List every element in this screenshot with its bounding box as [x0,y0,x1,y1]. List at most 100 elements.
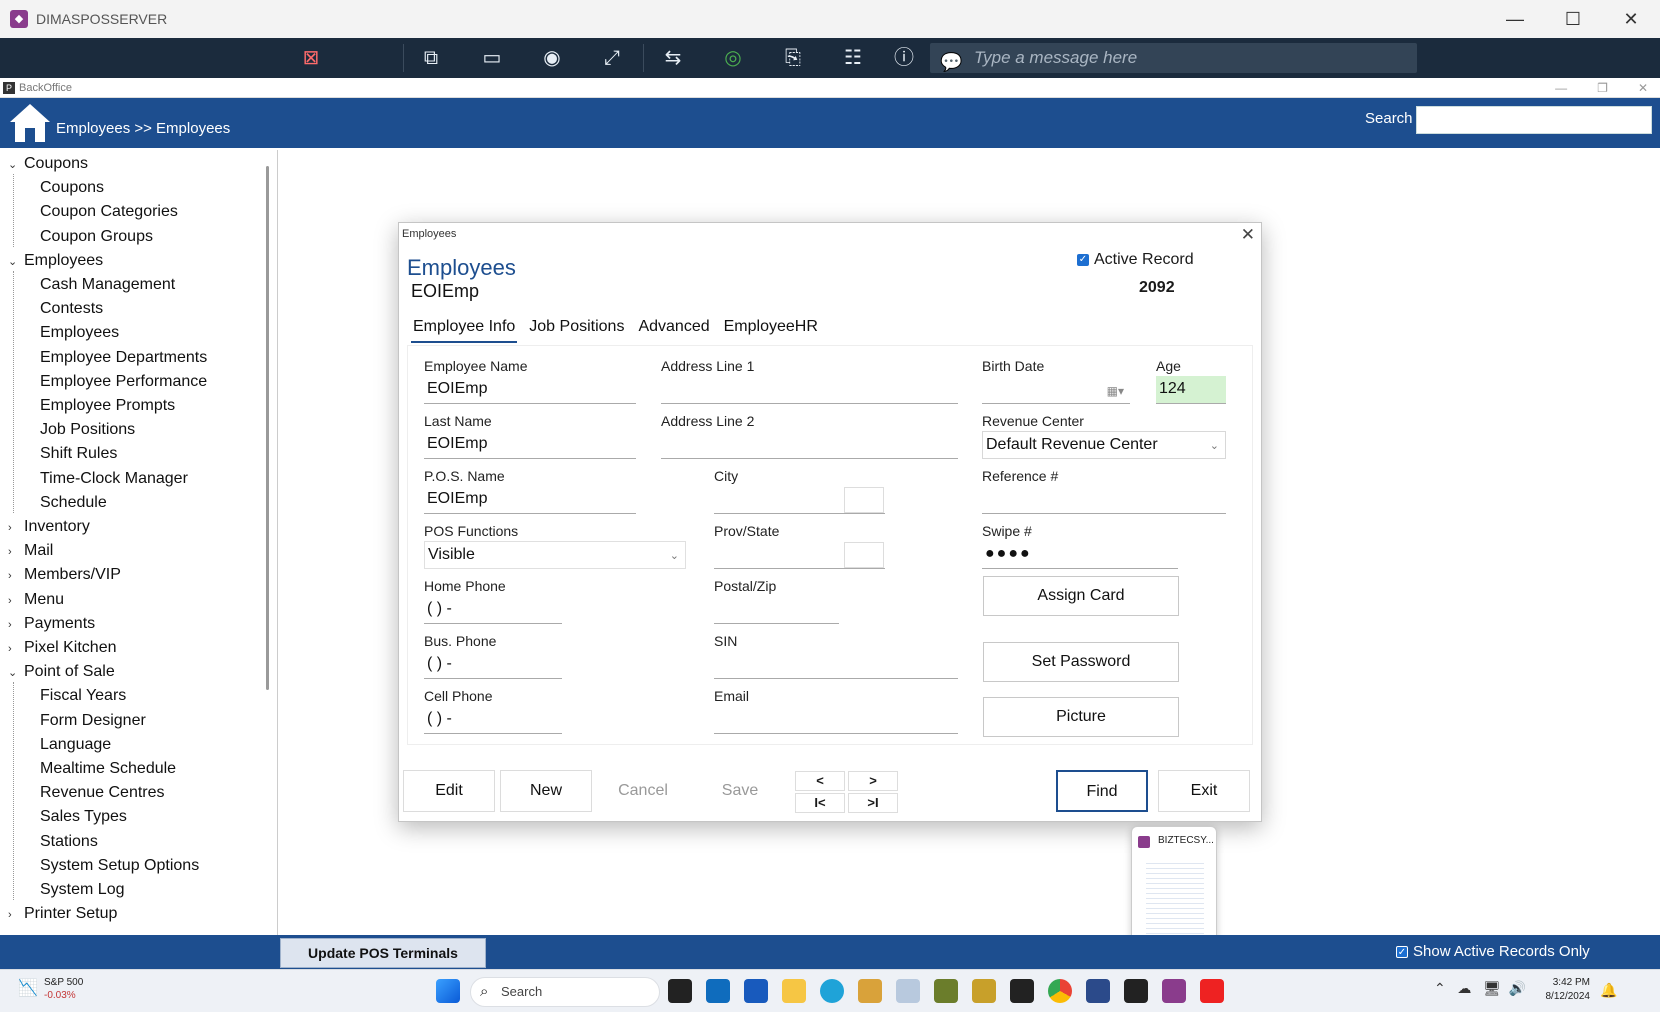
tab-employeehr[interactable]: EmployeeHR [722,315,820,343]
clipboard-icon[interactable]: ⎘ [780,46,806,70]
sidebar-item[interactable]: Shift Rules [40,442,117,466]
sidebar-group[interactable]: ⌄ Coupons [8,152,88,176]
bo-restore-button[interactable]: ❐ [1597,81,1608,95]
address-line1-field[interactable] [661,376,958,404]
view-icon[interactable]: ◉ [539,46,565,70]
disconnect-icon[interactable]: ⊠ [298,46,324,70]
first-record-button[interactable]: I< [795,793,845,813]
sidebar-item[interactable]: System Log [40,878,124,902]
remote-monitor-icon[interactable]: ⧉ [418,46,444,70]
chevron-right-icon[interactable]: › [8,564,20,588]
tab-advanced[interactable]: Advanced [636,315,711,343]
cancel-button[interactable]: Cancel [597,770,689,812]
swipe-field[interactable]: ●●●● [982,541,1178,569]
close-icon[interactable]: ✕ [1241,224,1255,246]
sidebar-item[interactable]: Contests [40,297,103,321]
outlook-icon[interactable] [706,979,730,1003]
reference-field[interactable] [982,486,1226,514]
revenue-center-select[interactable]: Default Revenue Center ⌄ [982,431,1226,459]
minimize-button[interactable]: — [1486,0,1544,38]
volume-icon[interactable]: 🔊 [1509,980,1526,996]
settings-sliders-icon[interactable]: ☷ [840,46,866,70]
home-icon[interactable] [8,102,52,144]
red-cross-icon[interactable] [1200,979,1224,1003]
sidebar-group[interactable]: › Menu [8,588,64,612]
birth-date-field[interactable]: ▦▾ [982,376,1130,404]
record-icon[interactable]: ◎ [720,46,746,70]
sidebar-group[interactable]: › Members/VIP [8,563,121,587]
info-icon[interactable]: ⓘ [891,46,917,70]
sidebar-item[interactable]: Coupons [40,176,104,200]
sidebar-group[interactable]: › Pixel Kitchen [8,636,117,660]
edit-button[interactable]: Edit [403,770,495,812]
sidebar-scrollbar[interactable] [266,166,269,690]
employee-name-field[interactable]: EOIEmp [424,376,636,404]
chevron-down-icon[interactable]: ⌄ [8,661,20,685]
sidebar-item[interactable]: Employees [40,321,119,345]
postal-zip-field[interactable] [714,596,839,624]
sidebar-item[interactable]: Mealtime Schedule [40,757,176,781]
sidebar-group[interactable]: ⌄ Employees [8,249,103,273]
edge-icon[interactable] [820,979,844,1003]
update-pos-terminals-button[interactable]: Update POS Terminals [280,938,486,968]
taskbar-clock[interactable]: 3:42 PM 8/12/2024 [1538,976,1591,1004]
close-window-button[interactable]: ✕ [1602,0,1660,38]
notification-bell-icon[interactable]: 🔔 [1600,982,1617,999]
sidebar-item[interactable]: Fiscal Years [40,684,126,708]
save-button[interactable]: Save [694,770,786,812]
pos-functions-select[interactable]: Visible ⌄ [424,541,686,569]
dimas-icon[interactable] [1162,979,1186,1003]
app-icon[interactable] [934,979,958,1003]
taskbar-search[interactable]: ⌕ Search [470,977,660,1007]
prov-state-lookup-box[interactable] [844,542,884,568]
city-lookup-box[interactable] [844,487,884,513]
tab-employee-info[interactable]: Employee Info [411,315,518,343]
email-field[interactable] [714,706,958,734]
sidebar-item[interactable]: Language [40,733,111,757]
network-icon[interactable]: 🖥 [1483,980,1501,996]
sidebar-item[interactable]: Coupon Categories [40,200,178,224]
app-icon[interactable] [896,979,920,1003]
app-icon[interactable] [972,979,996,1003]
chevron-right-icon[interactable]: › [8,516,20,540]
chevron-right-icon[interactable]: › [8,540,20,564]
find-button[interactable]: Find [1056,770,1148,812]
show-active-records-checkbox[interactable]: ✓ Show Active Records Only [1396,943,1590,960]
maximize-button[interactable]: ☐ [1544,0,1602,38]
cloud-icon[interactable]: ☁ [1457,980,1471,996]
chrome-icon[interactable] [1048,979,1072,1003]
sidebar-group[interactable]: › Printer Setup [8,902,117,926]
bo-close-button[interactable]: ✕ [1638,81,1648,95]
sidebar-item[interactable]: Cash Management [40,273,175,297]
chevron-right-icon[interactable]: › [8,589,20,613]
sidebar-group[interactable]: › Inventory [8,515,90,539]
home-phone-field[interactable]: ( ) - [424,596,562,624]
sidebar-group[interactable]: › Payments [8,612,95,636]
set-password-button[interactable]: Set Password [983,642,1179,682]
calendar-icon[interactable]: ▦▾ [1107,378,1124,403]
sidebar-item[interactable]: Stations [40,830,98,854]
active-record-checkbox[interactable]: ✓ Active Record [1077,251,1194,269]
sidebar-item[interactable]: Employee Departments [40,346,207,370]
sidebar-item[interactable]: System Setup Options [40,854,199,878]
chevron-up-icon[interactable]: ⌃ [1434,980,1446,996]
chevron-right-icon[interactable]: › [8,903,20,927]
sidebar-item[interactable]: Sales Types [40,805,127,829]
picture-button[interactable]: Picture [983,697,1179,737]
start-icon[interactable] [436,979,460,1003]
sidebar-item[interactable]: Revenue Centres [40,781,165,805]
sidebar-item[interactable]: Employee Prompts [40,394,175,418]
file-explorer-icon[interactable] [782,979,806,1003]
last-record-button[interactable]: >I [848,793,898,813]
assign-card-button[interactable]: Assign Card [983,576,1179,616]
bo-minimize-button[interactable]: — [1555,81,1567,95]
chevron-down-icon[interactable]: ⌄ [8,153,20,177]
pos-name-field[interactable]: EOIEmp [424,486,636,514]
chevron-right-icon[interactable]: › [8,613,20,637]
pos-app-icon[interactable] [668,979,692,1003]
tab-job-positions[interactable]: Job Positions [527,315,626,343]
next-record-button[interactable]: > [848,771,898,791]
bus-phone-field[interactable]: ( ) - [424,651,562,679]
monitor-one-icon[interactable]: ▭ [479,46,505,70]
pos-app-icon[interactable] [1010,979,1034,1003]
